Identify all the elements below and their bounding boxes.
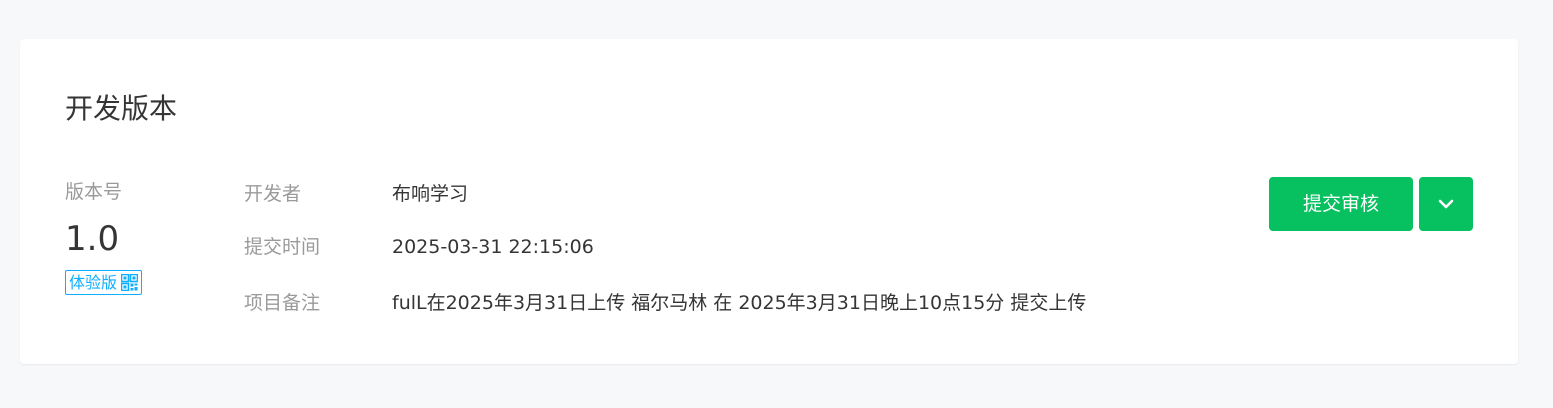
submit-review-button[interactable]: 提交审核 bbox=[1269, 177, 1413, 231]
more-actions-dropdown-button[interactable] bbox=[1419, 177, 1473, 231]
version-number: 1.0 bbox=[65, 219, 120, 259]
developer-value: 布响学习 bbox=[392, 183, 469, 205]
project-note-value: fulL在2025年3月31日上传 福尔马林 在 2025年3月31日晚上10点… bbox=[392, 292, 1087, 314]
project-note-label: 项目备注 bbox=[244, 292, 321, 314]
chevron-down-icon bbox=[1438, 199, 1454, 209]
section-title: 开发版本 bbox=[65, 92, 178, 125]
developer-label: 开发者 bbox=[244, 183, 302, 205]
trial-version-badge[interactable]: 体验版 bbox=[65, 270, 143, 295]
trial-badge-label: 体验版 bbox=[69, 273, 118, 292]
qr-code-icon bbox=[121, 274, 139, 291]
version-label: 版本号 bbox=[65, 181, 123, 203]
submit-time-value: 2025-03-31 22:15:06 bbox=[392, 236, 594, 258]
submit-time-label: 提交时间 bbox=[244, 236, 321, 258]
dev-version-card: 开发版本 版本号 1.0 体验版 开发者 布响学习 提交时间 2025-03-3… bbox=[20, 39, 1518, 364]
